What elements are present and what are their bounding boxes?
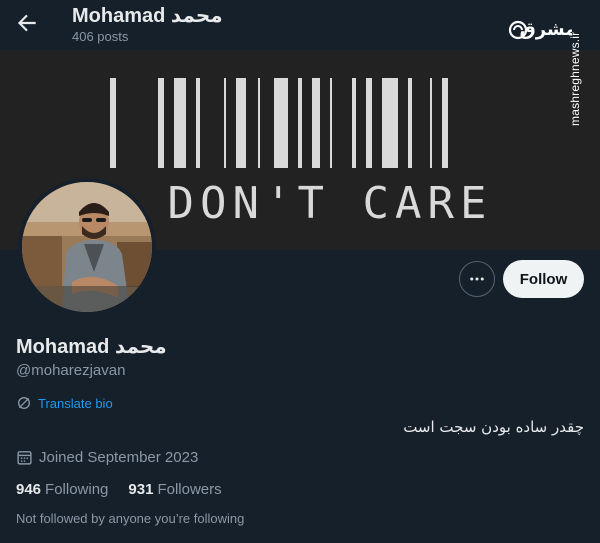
barcode-bar (196, 78, 200, 168)
barcode-bar (174, 78, 186, 168)
barcode-bar (352, 78, 356, 168)
translate-icon (18, 397, 30, 409)
header-display-name: Mohamad محمد (72, 5, 223, 27)
barcode-bar (224, 78, 226, 168)
watermark: مشرق mashreghnews.ir (508, 6, 594, 126)
followers-count: 931 (128, 481, 154, 498)
more-options-button[interactable] (459, 261, 495, 297)
profile-display-name: Mohamad محمد (16, 336, 167, 358)
barcode-bar (382, 78, 398, 168)
post-count: 406 posts (72, 29, 129, 44)
barcode-bar (236, 78, 246, 168)
watermark-site: mashreghnews.ir (568, 31, 582, 126)
avatar[interactable] (18, 178, 156, 316)
barcode-bar (430, 78, 432, 168)
followers-link[interactable]: 931 Followers (128, 481, 221, 498)
translate-bio-link[interactable]: Translate bio (16, 395, 113, 411)
followers-label: Followers (157, 481, 222, 498)
barcode-bar (442, 78, 448, 168)
barcode-bar (274, 78, 288, 168)
barcode-bar (158, 78, 164, 168)
barcode-bar (330, 78, 332, 168)
watermark-logo: مشرق (508, 10, 576, 44)
ellipsis-icon (470, 277, 484, 281)
barcode-bar (258, 78, 260, 168)
banner-caption: DON'T CARE (168, 178, 493, 229)
barcode-bar (298, 78, 302, 168)
joined-label: Joined September 2023 (39, 449, 199, 466)
barcode-bar (366, 78, 372, 168)
not-followed-note: Not followed by anyone you’re following (16, 511, 245, 526)
svg-text:مشرق: مشرق (520, 19, 572, 40)
back-arrow-icon[interactable] (14, 10, 40, 36)
following-link[interactable]: 946 Following (16, 481, 108, 498)
banner-letter-i (110, 78, 116, 168)
follow-stats: 946 Following 931 Followers (16, 481, 222, 498)
barcode-bar (408, 78, 412, 168)
profile-bio: چقدر ساده بودن سجت است (403, 418, 584, 436)
calendar-icon (17, 451, 32, 465)
profile-handle: @moharezjavan (16, 362, 126, 379)
follow-button[interactable]: Follow (503, 260, 584, 298)
following-count: 946 (16, 481, 42, 498)
following-label: Following (45, 481, 109, 498)
joined-date: Joined September 2023 (16, 449, 198, 466)
translate-bio-label: Translate bio (38, 395, 113, 411)
barcode-bar (312, 78, 320, 168)
